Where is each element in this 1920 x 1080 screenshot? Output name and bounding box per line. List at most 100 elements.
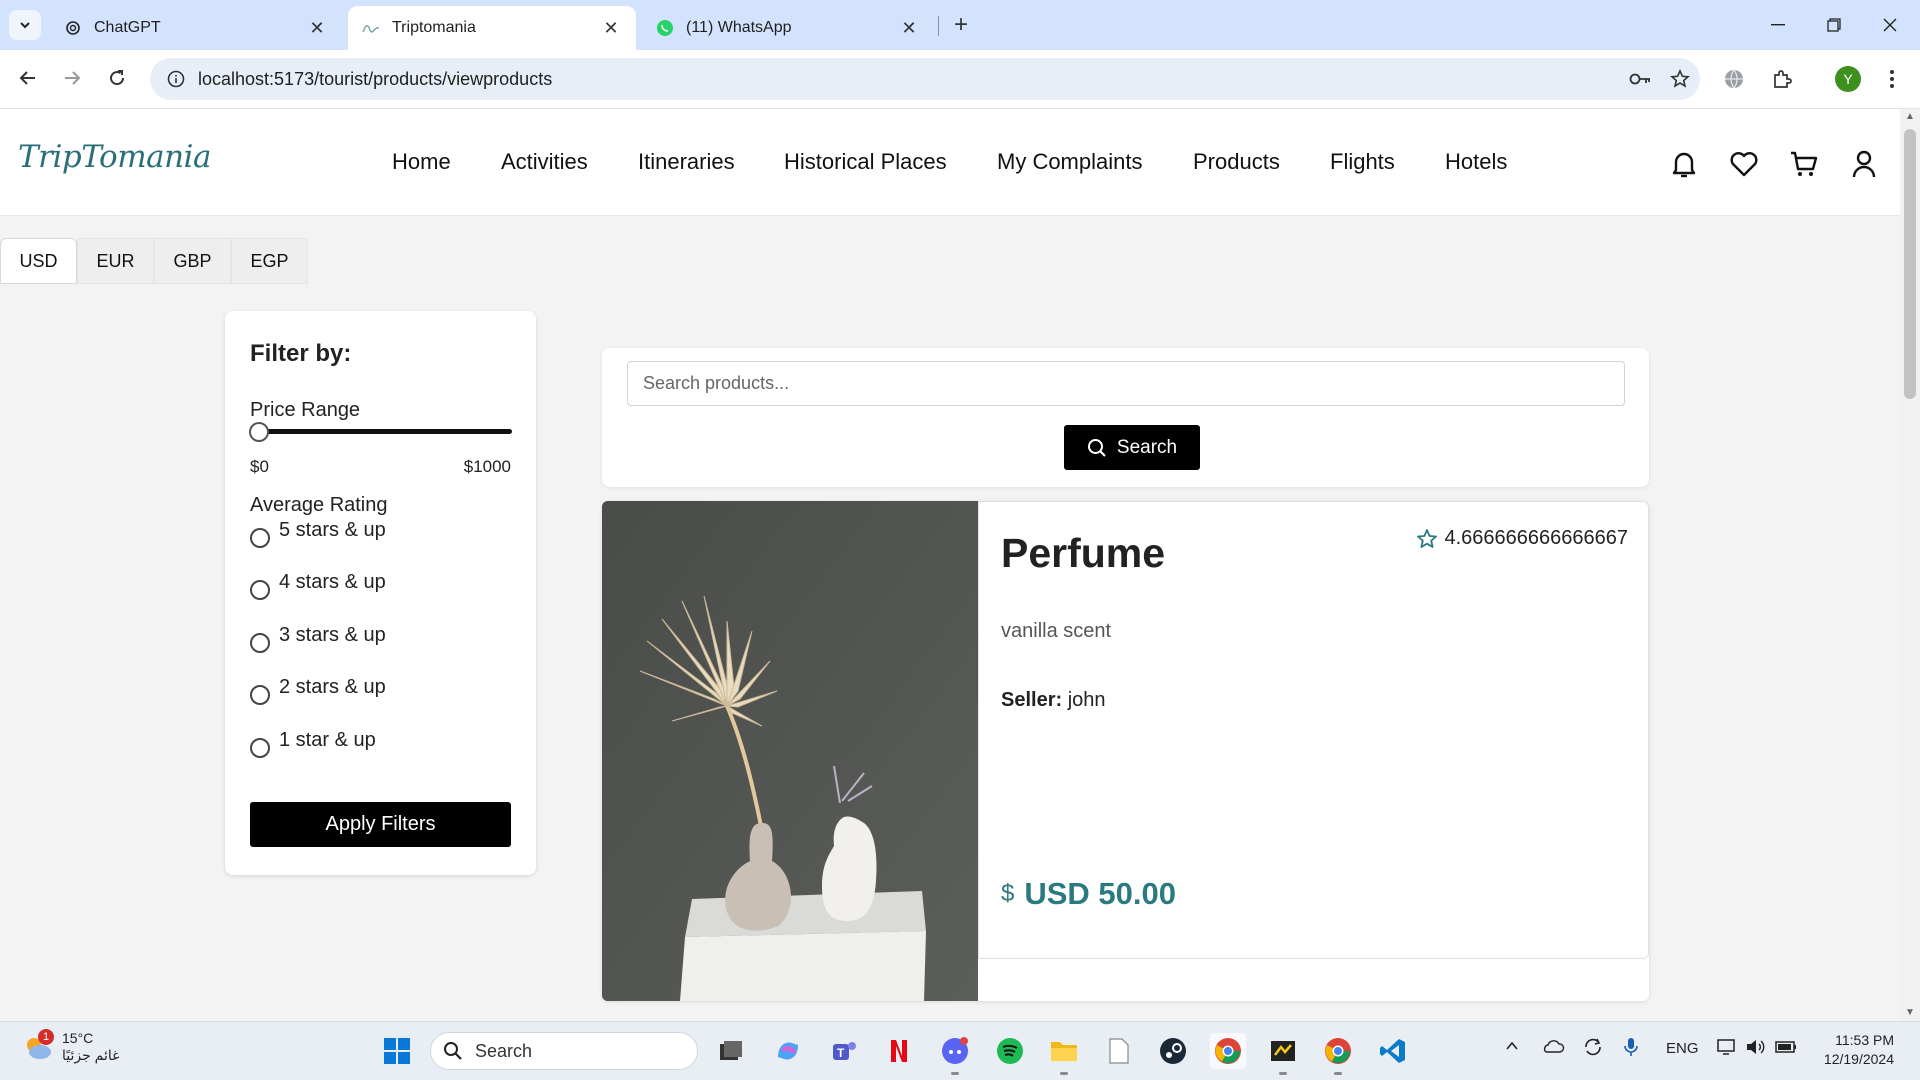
steam-icon[interactable]	[1155, 1033, 1191, 1069]
svg-text:T: T	[837, 1046, 845, 1060]
app-window-icon[interactable]	[1265, 1033, 1301, 1075]
currency-eur[interactable]: EUR	[77, 238, 154, 284]
nav-products[interactable]: Products	[1193, 149, 1280, 175]
rating-option-3[interactable]: 3 stars & up	[250, 624, 386, 653]
tab-chatgpt[interactable]: ChatGPT ✕	[50, 6, 342, 50]
user-icon[interactable]	[1847, 147, 1881, 181]
url-text[interactable]: localhost:5173/tourist/products/viewprod…	[198, 69, 1620, 90]
password-key-icon[interactable]	[1620, 72, 1660, 86]
browser-toolbar: localhost:5173/tourist/products/viewprod…	[0, 50, 1920, 109]
filter-title: Filter by:	[250, 340, 352, 367]
new-tab-button[interactable]: +	[944, 11, 978, 38]
rating-option-4[interactable]: 4 stars & up	[250, 571, 386, 600]
rating-radio[interactable]	[250, 528, 270, 548]
tab-title: (11) WhatsApp	[686, 19, 792, 36]
scrollbar-thumb[interactable]	[1904, 129, 1916, 399]
tab-triptomania[interactable]: Triptomania ✕	[348, 6, 636, 50]
clock-time: 11:53 PM	[1835, 1032, 1894, 1048]
microphone-icon[interactable]	[1624, 1037, 1638, 1061]
profile-avatar[interactable]: Y	[1835, 66, 1861, 92]
volume-icon[interactable]	[1745, 1037, 1767, 1061]
extensions-puzzle-icon[interactable]	[1765, 62, 1799, 96]
nav-my-complaints[interactable]: My Complaints	[997, 149, 1142, 175]
tab-whatsapp[interactable]: (11) WhatsApp ✕	[642, 6, 934, 50]
minimize-button[interactable]	[1750, 8, 1806, 42]
site-info-icon[interactable]	[156, 70, 196, 88]
start-button[interactable]	[379, 1033, 415, 1069]
address-bar[interactable]: localhost:5173/tourist/products/viewprod…	[150, 58, 1700, 100]
onedrive-cloud-icon[interactable]	[1541, 1038, 1565, 1058]
currency-usd[interactable]: USD	[0, 238, 77, 284]
currency-gbp[interactable]: GBP	[154, 238, 231, 284]
file-explorer-icon[interactable]	[1046, 1033, 1082, 1075]
heart-icon[interactable]	[1727, 147, 1761, 181]
browser-menu-icon[interactable]	[1875, 62, 1909, 96]
rating-option-5[interactable]: 5 stars & up	[250, 519, 386, 548]
rating-radio[interactable]	[250, 738, 270, 758]
close-tab-icon[interactable]: ✕	[898, 17, 920, 39]
bookmark-star-icon[interactable]	[1660, 69, 1700, 89]
restore-button[interactable]	[1806, 8, 1862, 42]
search-input[interactable]	[627, 361, 1625, 406]
show-hidden-icons[interactable]	[1504, 1038, 1520, 1058]
search-button-label: Search	[1116, 436, 1178, 458]
bell-icon[interactable]	[1667, 147, 1701, 181]
search-button[interactable]: Search	[1064, 425, 1200, 470]
price-slider-handle[interactable]	[249, 422, 269, 442]
average-rating-label: Average Rating	[250, 494, 388, 516]
forward-button[interactable]	[54, 60, 90, 96]
close-tab-icon[interactable]: ✕	[600, 17, 622, 39]
netflix-icon[interactable]	[881, 1033, 917, 1069]
price-range-slider[interactable]	[252, 429, 512, 434]
scroll-up-arrow-icon[interactable]: ▲	[1904, 111, 1916, 123]
teams-icon[interactable]: T	[826, 1033, 862, 1069]
sync-icon[interactable]	[1582, 1037, 1604, 1061]
reload-button[interactable]	[99, 60, 135, 96]
page-viewport: TripTomania Home Activities Itineraries …	[0, 109, 1900, 1021]
discord-icon[interactable]	[937, 1033, 973, 1075]
page-scrollbar[interactable]: ▲ ▼	[1900, 109, 1920, 1021]
close-tab-icon[interactable]: ✕	[306, 17, 328, 39]
chrome-icon[interactable]	[1210, 1033, 1246, 1069]
rating-option-label: 4 stars & up	[279, 571, 386, 593]
nav-historical-places[interactable]: Historical Places	[784, 149, 947, 175]
product-price: $ USD 50.00	[1001, 876, 1176, 912]
arrow-right-icon	[65, 71, 81, 85]
network-icon[interactable]	[1716, 1037, 1738, 1061]
rating-option-1[interactable]: 1 star & up	[250, 729, 376, 758]
rating-option-2[interactable]: 2 stars & up	[250, 676, 386, 705]
vscode-icon[interactable]	[1375, 1033, 1411, 1069]
close-window-button[interactable]	[1862, 8, 1918, 42]
product-image[interactable]	[602, 501, 978, 1001]
notepad-icon[interactable]	[1101, 1033, 1137, 1069]
spotify-icon[interactable]	[992, 1033, 1028, 1069]
nav-home[interactable]: Home	[392, 149, 451, 175]
chrome-profile-icon[interactable]	[1320, 1033, 1356, 1075]
weather-description: غائم جزئيًا	[62, 1047, 120, 1063]
weather-widget[interactable]: 1 15°C غائم جزئيًا	[22, 1029, 120, 1064]
translate-globe-icon[interactable]	[1717, 62, 1751, 96]
site-logo[interactable]: TripTomania	[18, 139, 211, 175]
system-clock[interactable]: 11:53 PM 12/19/2024	[1824, 1031, 1894, 1069]
battery-icon[interactable]	[1774, 1037, 1798, 1061]
nav-activities[interactable]: Activities	[501, 149, 588, 175]
rating-radio[interactable]	[250, 685, 270, 705]
nav-flights[interactable]: Flights	[1330, 149, 1395, 175]
apply-filters-button[interactable]: Apply Filters	[250, 802, 511, 847]
product-card[interactable]: Perfume 4.666666666666667 vanilla scent …	[602, 501, 1649, 1001]
language-indicator[interactable]: ENG	[1666, 1040, 1699, 1057]
nav-hotels[interactable]: Hotels	[1445, 149, 1507, 175]
scroll-down-arrow-icon[interactable]: ▼	[1904, 1007, 1916, 1019]
copilot-icon[interactable]	[770, 1033, 806, 1069]
currency-egp[interactable]: EGP	[231, 238, 308, 284]
taskbar-search[interactable]: Search	[430, 1032, 698, 1070]
filter-panel: Filter by: Price Range $0 $1000 Average …	[225, 311, 536, 875]
rating-radio[interactable]	[250, 633, 270, 653]
product-name[interactable]: Perfume	[1001, 530, 1165, 577]
rating-radio[interactable]	[250, 580, 270, 600]
cart-icon[interactable]	[1787, 147, 1821, 181]
nav-itineraries[interactable]: Itineraries	[638, 149, 735, 175]
tab-search-button[interactable]	[9, 10, 41, 40]
back-button[interactable]	[10, 60, 46, 96]
task-view-icon[interactable]	[713, 1033, 749, 1069]
